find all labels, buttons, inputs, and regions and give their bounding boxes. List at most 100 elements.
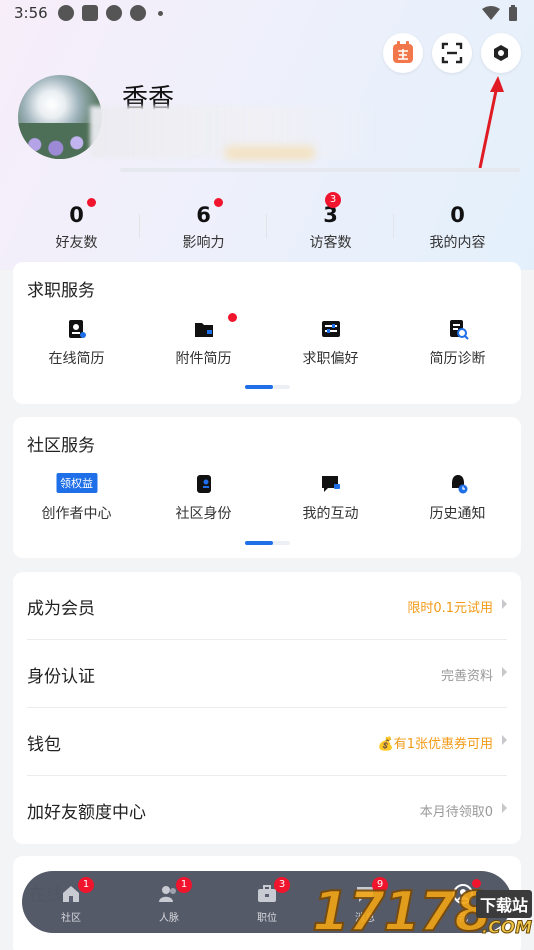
list-item-label: 身份认证 [27, 667, 95, 687]
notification-gear-icon [58, 5, 74, 21]
unread-dot [228, 313, 237, 322]
tab-connections[interactable]: 1 人脉 [120, 871, 218, 933]
list-item-friend-quota[interactable]: 加好友额度中心 本月待领取0 [27, 776, 507, 844]
list-item-label: 钱包 [27, 735, 61, 755]
grid-item-my-interactions[interactable]: 我的互动 [267, 469, 394, 529]
watermark-site: 下载站 [475, 890, 532, 918]
list-item-label: 加好友额度中心 [27, 803, 146, 823]
battery-icon [509, 5, 517, 21]
job-services-card: 求职服务 在线简历 附件简历 求职偏好 简历诊断 [13, 262, 521, 404]
bell-icon [451, 475, 467, 494]
stat-label: 好友数 [55, 235, 98, 251]
visitor-count-badge: 3 [325, 192, 341, 208]
chevron-right-icon [502, 667, 507, 677]
grid-item-label: 求职偏好 [302, 351, 359, 367]
chevron-right-icon [502, 803, 507, 813]
chevron-right-icon [502, 599, 507, 609]
community-services-card: 社区服务 领权益 创作者中心 社区身份 我的互动 历史通知 [13, 417, 521, 558]
tab-label: 职位 [257, 913, 277, 924]
grid-item-label: 简历诊断 [429, 351, 486, 367]
grid-item-attachment-resume[interactable]: 附件简历 [140, 313, 267, 374]
watermark-com: .COM [481, 918, 532, 939]
grid-item-label: 创作者中心 [41, 506, 112, 522]
list-item-wallet[interactable]: 钱包 💰有1张优惠券可用 [27, 708, 507, 776]
stat-value: 0 [450, 203, 465, 227]
preference-icon [321, 321, 340, 337]
page-indicator [245, 541, 290, 545]
settings-list-card: 成为会员 限时0.1元试用 身份认证 完善资料 钱包 💰有1张优惠券可用 加好友… [13, 572, 521, 844]
wifi-icon [482, 6, 500, 20]
stat-label: 访客数 [309, 235, 352, 251]
job-services-grid: 在线简历 附件简历 求职偏好 简历诊断 [13, 313, 521, 374]
grid-item-resume-diagnosis[interactable]: 简历诊断 [394, 314, 521, 374]
status-system-icons [482, 5, 518, 21]
page-indicator-active [245, 385, 273, 389]
stat-value: 0 [69, 203, 84, 227]
sign-in-icon [393, 41, 413, 63]
unread-dot [214, 198, 223, 207]
check-in-button[interactable] [383, 33, 423, 73]
stats-row: 0 好友数 6 影响力 3 访客数 3 0 我的内容 [13, 192, 521, 258]
grid-item-community-identity[interactable]: 社区身份 [140, 469, 267, 529]
tab-badge: 1 [78, 877, 94, 893]
more-notifications-icon [158, 10, 163, 16]
list-item-label: 成为会员 [27, 599, 95, 619]
blurred-profile-tag [225, 146, 315, 160]
unread-dot [87, 198, 96, 207]
tab-jobs[interactable]: 3 职位 [218, 871, 316, 933]
profile-divider [120, 168, 520, 172]
tab-badge: 3 [274, 877, 290, 893]
list-item-value: 完善资料 [440, 669, 493, 684]
notification-gear-icon [130, 5, 146, 21]
list-item-value: 💰有1张优惠券可用 [377, 737, 493, 752]
chat-icon [321, 476, 340, 492]
stat-label: 影响力 [182, 235, 225, 251]
stat-value: 6 [196, 203, 211, 227]
stat-friends[interactable]: 0 好友数 [13, 198, 140, 258]
list-item-value: 本月待领取0 [419, 805, 493, 820]
page-indicator [245, 385, 290, 389]
section-title: 求职服务 [27, 281, 95, 301]
list-item-membership[interactable]: 成为会员 限时0.1元试用 [27, 572, 507, 640]
grid-item-label: 我的互动 [302, 506, 359, 522]
benefits-chip: 领权益 [56, 473, 97, 493]
section-title: 社区服务 [27, 436, 95, 456]
stat-visitors[interactable]: 3 访客数 3 [267, 192, 394, 258]
status-time: 3:56 [14, 4, 48, 22]
folder-icon [194, 323, 213, 337]
notification-gear-icon [106, 5, 122, 21]
notification-app-icon [82, 5, 98, 21]
grid-item-creator-center[interactable]: 领权益 创作者中心 [13, 469, 140, 529]
settings-button[interactable] [481, 33, 521, 73]
grid-item-job-preference[interactable]: 求职偏好 [267, 314, 394, 374]
grid-item-history-notice[interactable]: 历史通知 [394, 469, 521, 529]
tab-badge: 1 [176, 877, 192, 893]
resume-icon [68, 320, 86, 338]
diagnosis-icon [449, 320, 469, 340]
community-services-grid: 领权益 创作者中心 社区身份 我的互动 历史通知 [13, 469, 521, 529]
chevron-right-icon [502, 735, 507, 745]
identity-icon [196, 475, 211, 493]
scan-button[interactable] [432, 33, 472, 73]
grid-item-online-resume[interactable]: 在线简历 [13, 314, 140, 374]
scan-icon [441, 42, 463, 64]
grid-item-label: 附件简历 [175, 351, 232, 367]
watermark-number: 17178 [311, 879, 493, 944]
tab-label: 社区 [61, 913, 81, 924]
status-notification-icons [58, 5, 163, 21]
list-item-verification[interactable]: 身份认证 完善资料 [27, 640, 507, 708]
grid-item-label: 社区身份 [175, 506, 232, 522]
tab-label: 人脉 [159, 913, 179, 924]
list-item-value: 限时0.1元试用 [407, 601, 493, 616]
stat-label: 我的内容 [429, 235, 486, 251]
stat-influence[interactable]: 6 影响力 [140, 198, 267, 258]
tab-community[interactable]: 1 社区 [22, 871, 120, 933]
grid-item-label: 历史通知 [429, 506, 486, 522]
page-indicator-active [245, 541, 273, 545]
annotation-arrow [478, 76, 504, 169]
stat-my-content[interactable]: 0 我的内容 [394, 198, 521, 258]
watermark-logo: 17178 下载站 .COM [311, 870, 534, 950]
status-bar: 3:56 [0, 0, 534, 28]
grid-item-label: 在线简历 [48, 351, 105, 367]
settings-hexagon-icon [494, 45, 508, 61]
